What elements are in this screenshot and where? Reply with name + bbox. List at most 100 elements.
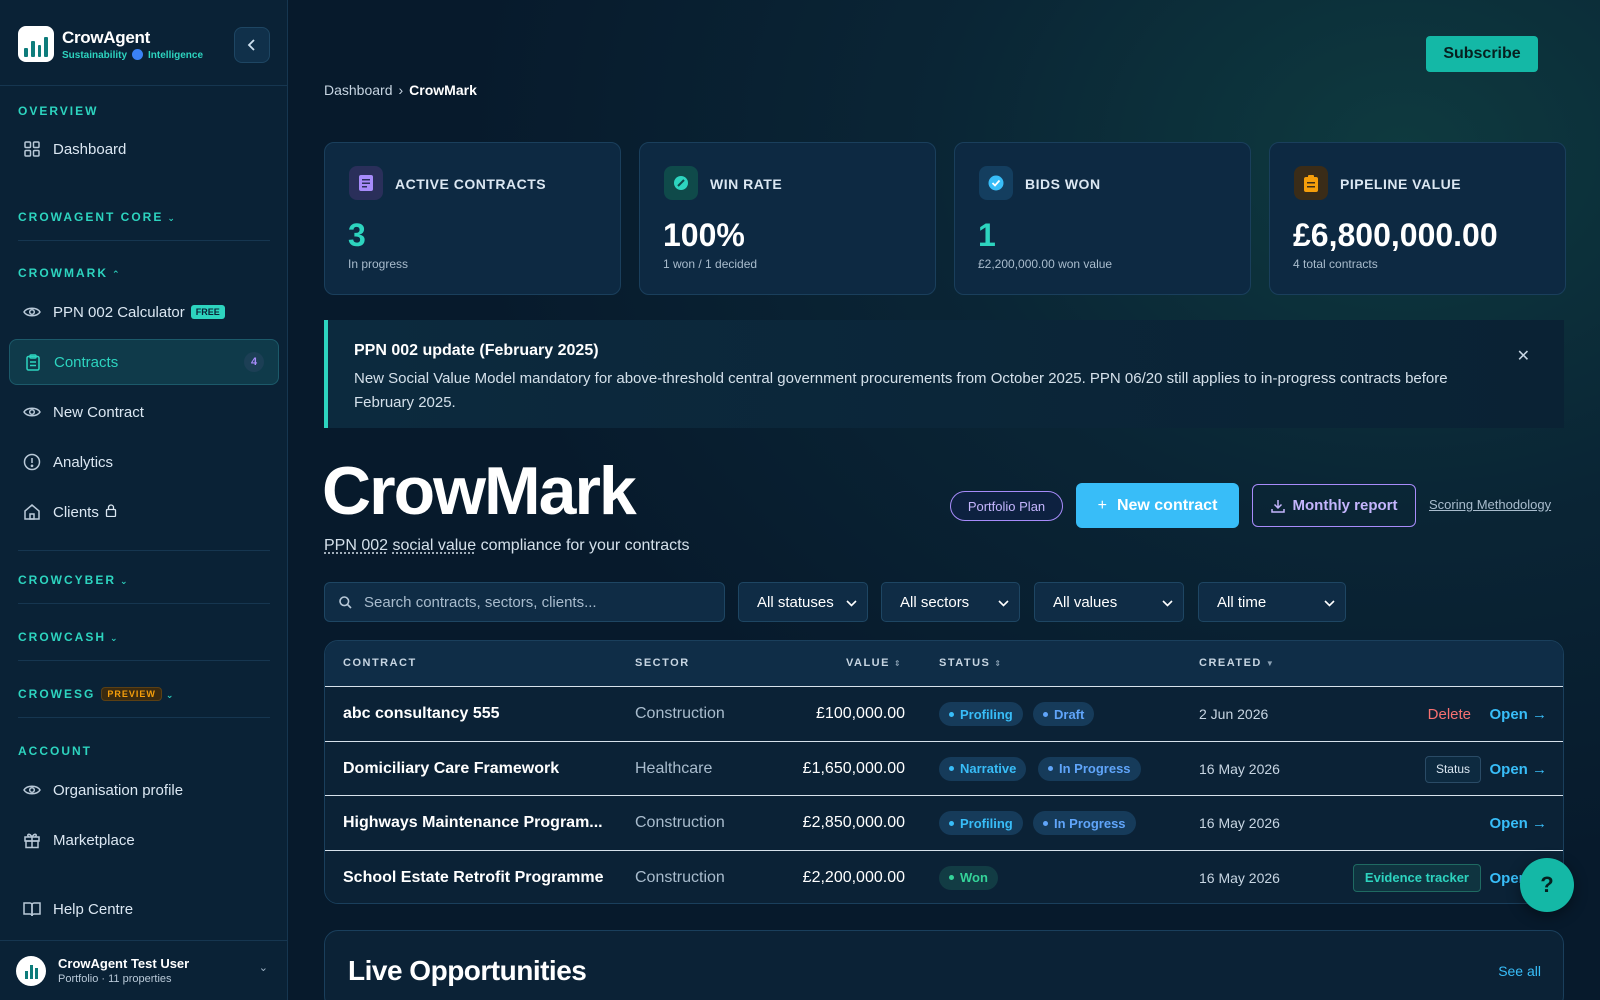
crowcash-section[interactable]: CROWCASH ⌄: [18, 630, 120, 644]
status-filter-select[interactable]: All statuses: [738, 582, 868, 622]
chevron-down-icon: ⌄: [120, 576, 130, 586]
stat-value: 100%: [663, 217, 745, 253]
sort-icon: ⇕: [893, 659, 903, 668]
help-button[interactable]: ?: [1520, 858, 1574, 912]
open-link[interactable]: Open →: [1489, 815, 1547, 832]
chevron-down-icon: ⌄: [258, 962, 268, 974]
sidebar-item-contracts[interactable]: Contracts 4: [9, 339, 279, 385]
contract-name[interactable]: Highways Maintenance Program...: [343, 814, 603, 832]
sidebar-item-label: PPN 002 Calculator: [53, 303, 185, 321]
brand[interactable]: CrowAgent Sustainability Intelligence: [18, 26, 203, 62]
collapse-sidebar-button[interactable]: [234, 27, 270, 63]
close-icon[interactable]: ✕: [1517, 346, 1530, 366]
table-row[interactable]: Highways Maintenance Program... Construc…: [325, 795, 1563, 850]
chevron-down-icon: ⌄: [167, 213, 177, 223]
status-badge: Won: [939, 865, 998, 890]
contract-value: £100,000.00: [816, 705, 905, 722]
column-value[interactable]: VALUE ⇕: [846, 657, 902, 669]
brand-name: CrowAgent: [62, 27, 150, 47]
new-contract-button[interactable]: + New contract: [1076, 483, 1239, 528]
preview-badge: PREVIEW: [101, 687, 162, 701]
table-row[interactable]: School Estate Retrofit Programme Constru…: [325, 849, 1563, 903]
sidebar-item-marketplace[interactable]: Marketplace: [9, 817, 279, 863]
status-badge: Draft: [1033, 702, 1095, 726]
account-section-label: ACCOUNT: [18, 744, 92, 758]
evidence-tracker-button[interactable]: Evidence tracker: [1352, 863, 1481, 892]
stat-label: WIN RATE: [710, 176, 783, 192]
chevron-down-icon: ⌄: [110, 633, 120, 643]
see-all-link[interactable]: See all: [1498, 963, 1541, 979]
column-contract[interactable]: CONTRACT: [343, 657, 417, 669]
crowagent-logo: [18, 26, 54, 62]
status-badge: In Progress: [1038, 756, 1141, 781]
globe-icon: [132, 48, 144, 60]
contract-sector: Construction: [635, 868, 725, 886]
column-sector[interactable]: SECTOR: [635, 657, 690, 669]
crowcyber-section[interactable]: CROWCYBER ⌄: [18, 573, 130, 587]
sidebar-item-help-centre[interactable]: Help Centre: [9, 886, 279, 932]
stat-label: ACTIVE CONTRACTS: [395, 176, 547, 192]
stat-sub: £2,200,000.00 won value: [978, 257, 1113, 271]
document-icon: [349, 166, 383, 200]
contract-sector: Healthcare: [635, 759, 713, 777]
open-link[interactable]: Open →: [1489, 706, 1547, 723]
crowesg-section[interactable]: CROWESG PREVIEW ⌄: [18, 687, 175, 701]
crowagent-core-section[interactable]: CROWAGENT CORE ⌄: [18, 210, 177, 224]
stat-sub: In progress: [348, 257, 409, 271]
column-created[interactable]: CREATED ▼: [1199, 657, 1275, 669]
portfolio-plan-button[interactable]: Portfolio Plan: [950, 491, 1063, 521]
sidebar-item-label: Analytics: [53, 453, 114, 471]
delete-button[interactable]: Delete: [1428, 706, 1471, 723]
crowmark-section[interactable]: CROWMARK ⌃: [18, 266, 122, 280]
subscribe-button[interactable]: Subscribe: [1426, 36, 1538, 72]
check-circle-icon: [979, 166, 1013, 200]
search-input[interactable]: [364, 593, 724, 611]
value-filter-select[interactable]: All values: [1034, 582, 1184, 622]
table-row[interactable]: Domiciliary Care Framework Healthcare £1…: [325, 740, 1563, 795]
stat-value: 1: [978, 217, 996, 253]
sidebar-item-new-contract[interactable]: New Contract: [9, 389, 279, 435]
eye-icon: [23, 303, 41, 321]
user-menu[interactable]: CrowAgent Test User Portfolio · 11 prope…: [0, 940, 288, 1000]
eye-icon: [23, 403, 41, 421]
sidebar-item-organisation-profile[interactable]: Organisation profile: [9, 767, 279, 813]
contract-created: 2 Jun 2026: [1199, 706, 1269, 722]
sidebar-item-ppn-calculator[interactable]: PPN 002 Calculator FREE: [9, 289, 279, 335]
contract-name[interactable]: abc consultancy 555: [343, 705, 500, 723]
stat-card-win-rate: WIN RATE 100% 1 won / 1 decided: [639, 142, 936, 295]
table-row[interactable]: abc consultancy 555 Construction £100,00…: [325, 686, 1563, 741]
stage-badge: Narrative: [939, 756, 1027, 781]
home-icon: [23, 503, 41, 521]
download-icon: [1270, 499, 1285, 513]
sort-icon: ⇕: [994, 659, 1003, 668]
monthly-report-button[interactable]: Monthly report: [1252, 484, 1416, 527]
search-icon: [339, 595, 352, 609]
contract-value: £2,850,000.00: [802, 814, 905, 831]
status-button[interactable]: Status: [1424, 755, 1481, 783]
clipboard-icon: [24, 353, 42, 371]
column-status[interactable]: STATUS ⇕: [939, 657, 1003, 669]
contract-name[interactable]: School Estate Retrofit Programme: [343, 869, 604, 887]
chevron-down-icon: [1324, 594, 1335, 611]
chevron-down-icon: [1162, 594, 1173, 611]
sidebar-item-clients[interactable]: Clients: [9, 489, 279, 535]
avatar: [16, 955, 46, 986]
eye-icon: [23, 781, 41, 799]
sector-filter-select[interactable]: All sectors: [881, 582, 1020, 622]
search-box[interactable]: [324, 582, 725, 622]
stat-card-bids-won: BIDS WON 1 £2,200,000.00 won value: [954, 142, 1251, 295]
contract-value: £1,650,000.00: [802, 759, 905, 777]
scoring-methodology-link[interactable]: Scoring Methodology: [1429, 497, 1551, 512]
user-portfolio: Portfolio · 11 properties: [58, 973, 172, 985]
contract-sector: Construction: [635, 705, 725, 722]
time-filter-select[interactable]: All time: [1198, 582, 1346, 622]
open-link[interactable]: Open →: [1489, 761, 1547, 778]
page-title: CrowMark: [322, 453, 637, 529]
sidebar-item-dashboard[interactable]: Dashboard: [9, 126, 279, 172]
breadcrumb-dashboard-link[interactable]: Dashboard: [324, 82, 393, 98]
contract-name[interactable]: Domiciliary Care Framework: [343, 760, 559, 778]
contract-created: 16 May 2026: [1199, 815, 1280, 831]
sidebar-item-analytics[interactable]: Analytics: [9, 439, 279, 485]
lock-icon: [105, 504, 117, 520]
contracts-table: CONTRACT SECTOR VALUE ⇕ STATUS ⇕ CREATED ▼ …: [324, 640, 1564, 904]
